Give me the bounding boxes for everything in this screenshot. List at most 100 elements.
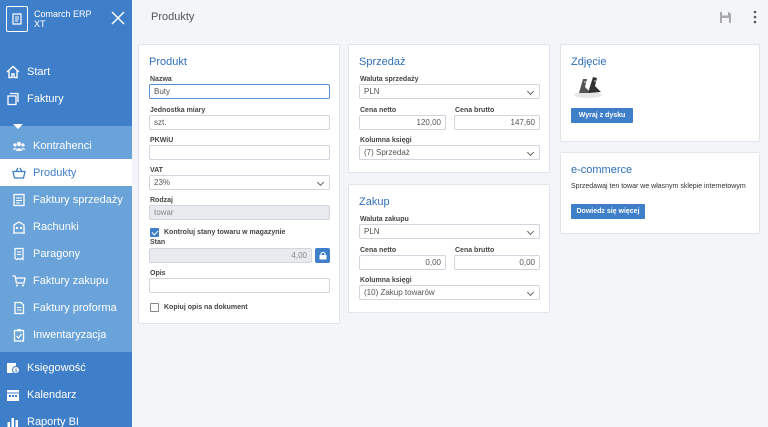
vat-select[interactable]: 23% xyxy=(149,175,330,190)
save-icon[interactable] xyxy=(719,11,732,24)
opis-label: Opis xyxy=(150,270,166,277)
zakup-panel: Zakup Waluta zakupu PLN Cena netto 0,00 … xyxy=(348,184,550,313)
nav-item-label: Kalendarz xyxy=(27,388,77,401)
nav-item-inwentaryzacja[interactable]: Inwentaryzacja xyxy=(0,321,132,348)
waluta-sprzedazy-label: Waluta sprzedaży xyxy=(360,76,419,83)
cart-icon xyxy=(12,274,26,288)
lock-button[interactable] xyxy=(315,248,330,263)
sprzedaz-title: Sprzedaż xyxy=(359,56,406,68)
app-name: Comarch ERP XT xyxy=(34,9,92,29)
sprzedaz-panel: Sprzedaż Waluta sprzedaży PLN Cena netto… xyxy=(348,44,550,173)
nav-item-kalendarz[interactable]: Kalendarz xyxy=(0,381,132,408)
cena-brutto-sprzedaz-label: Cena brutto xyxy=(455,107,495,114)
cena-netto-sprzedaz-input[interactable]: 120,00 xyxy=(359,115,446,130)
nav-item-label: Faktury zakupu xyxy=(33,274,109,287)
topbar: Produkty xyxy=(132,0,768,34)
nazwa-input[interactable]: Buty xyxy=(149,84,330,99)
more-options-icon[interactable] xyxy=(752,10,758,24)
bar-chart-icon xyxy=(6,415,20,427)
nav-item-faktury-proforma[interactable]: Faktury proforma xyxy=(0,294,132,321)
accounting-icon: $ xyxy=(6,361,20,375)
svg-text:$: $ xyxy=(15,368,18,374)
nav-item-raporty-bi[interactable]: Raporty BI xyxy=(0,408,132,427)
upload-photo-button[interactable]: Wyraj z dysku xyxy=(571,108,633,123)
users-icon xyxy=(12,139,26,153)
lock-icon xyxy=(319,251,326,260)
ecommerce-title: e-commerce xyxy=(571,164,633,176)
nav-item-label: Raporty BI xyxy=(27,415,79,427)
nav-item-ksiegowosc[interactable]: $ Księgowość xyxy=(0,354,132,381)
nav-item-label: Faktury sprzedaży xyxy=(33,193,123,206)
nav-item-label: Produkty xyxy=(33,166,77,179)
submenu-faktury: Kontrahenci Produkty Faktury sprzedaży R… xyxy=(0,124,132,352)
zdjecie-panel: Zdjęcie Wyraj z dysku xyxy=(560,44,760,142)
kolumna-zakup-label: Kolumna księgi xyxy=(360,277,412,284)
home-icon xyxy=(6,65,20,79)
invoice-icon xyxy=(12,193,26,207)
waluta-zakupu-label: Waluta zakupu xyxy=(360,216,409,223)
nav-item-produkty[interactable]: Produkty xyxy=(0,159,132,186)
learn-more-button[interactable]: Dowiedz się więcej xyxy=(571,204,645,219)
nav-item-paragony[interactable]: Paragony xyxy=(0,240,132,267)
cena-brutto-zakup-input[interactable]: 0,00 xyxy=(454,255,540,270)
nav-item-faktury-zakupu[interactable]: Faktury zakupu xyxy=(0,267,132,294)
pkwiu-label: PKWiU xyxy=(150,137,174,144)
kolumna-zakup-select[interactable]: (10) Zakup towarów xyxy=(359,285,540,300)
logo-bar: Comarch ERP XT xyxy=(0,0,132,38)
nazwa-label: Nazwa xyxy=(150,76,172,83)
nav-item-label: Faktury proforma xyxy=(33,301,117,314)
page-title: Produkty xyxy=(151,11,195,23)
ecommerce-description: Sprzedawaj ten towar we własnym sklepie … xyxy=(571,183,746,190)
nav-item-kontrahenci[interactable]: Kontrahenci xyxy=(0,132,132,159)
ecommerce-panel: e-commerce Sprzedawaj ten towar we własn… xyxy=(560,152,760,234)
rodzaj-input: towar xyxy=(149,205,330,220)
nav-item-label: Księgowość xyxy=(27,361,86,374)
nav-item-label: Rachunki xyxy=(33,220,79,233)
receipt-icon xyxy=(12,247,26,261)
kolumna-sprzedaz-label: Kolumna księgi xyxy=(360,137,412,144)
waluta-zakupu-select[interactable]: PLN xyxy=(359,224,540,239)
kontroluj-label: Kontroluj stany towaru w magazynie xyxy=(164,229,286,236)
close-menu-icon[interactable] xyxy=(110,10,126,26)
cena-brutto-zakup-label: Cena brutto xyxy=(455,247,495,254)
nav-item-faktury-sprzedazy[interactable]: Faktury sprzedaży xyxy=(0,186,132,213)
cena-brutto-sprzedaz-input[interactable]: 147,60 xyxy=(454,115,540,130)
nav-item-rachunki[interactable]: Rachunki xyxy=(0,213,132,240)
waluta-sprzedazy-select[interactable]: PLN xyxy=(359,84,540,99)
nav-item-label: Start xyxy=(27,65,51,78)
jm-input[interactable]: szt. xyxy=(149,115,330,130)
cena-netto-sprzedaz-label: Cena netto xyxy=(360,107,397,114)
sidebar: Comarch ERP XT Start Faktury Kontrahenci… xyxy=(0,0,132,427)
kopiuj-label: Kopiuj opis na dokument xyxy=(164,304,248,311)
cena-netto-zakup-label: Cena netto xyxy=(360,247,397,254)
kolumna-sprzedaz-select[interactable]: (7) Sprzedaż xyxy=(359,145,540,160)
document-icon xyxy=(12,301,26,315)
opis-input[interactable] xyxy=(149,278,330,293)
calendar-icon xyxy=(6,388,20,402)
nav-bottom: $ Księgowość Kalendarz Raporty BI xyxy=(0,352,132,427)
nav-item-label: Paragony xyxy=(33,247,81,260)
nav-item-start[interactable]: Start xyxy=(0,58,132,85)
zdjecie-title: Zdjęcie xyxy=(571,56,607,68)
kontroluj-checkbox[interactable] xyxy=(150,228,159,237)
stan-label: Stan xyxy=(150,239,166,246)
building-icon xyxy=(12,220,26,234)
rodzaj-label: Rodzaj xyxy=(150,197,173,204)
nav-item-faktury[interactable]: Faktury xyxy=(0,85,132,112)
vat-label: VAT xyxy=(150,167,163,174)
nav-top: Start Faktury xyxy=(0,38,132,112)
produkt-title: Produkt xyxy=(149,56,187,68)
cena-netto-zakup-input[interactable]: 0,00 xyxy=(359,255,446,270)
zakup-title: Zakup xyxy=(359,196,390,208)
nav-item-label: Faktury xyxy=(27,92,64,105)
clipboard-icon xyxy=(12,328,26,342)
produkt-panel: Produkt Nazwa Buty Jednostka miary szt. … xyxy=(138,44,340,324)
stan-input: 4,00 xyxy=(149,248,312,263)
pkwiu-input[interactable] xyxy=(149,145,330,160)
product-photo xyxy=(574,77,602,98)
app-logo-icon xyxy=(6,6,28,32)
submenu-caret-icon xyxy=(13,124,23,129)
nav-item-label: Inwentaryzacja xyxy=(33,328,107,341)
jm-label: Jednostka miary xyxy=(150,107,206,114)
kopiuj-checkbox[interactable] xyxy=(150,303,159,312)
